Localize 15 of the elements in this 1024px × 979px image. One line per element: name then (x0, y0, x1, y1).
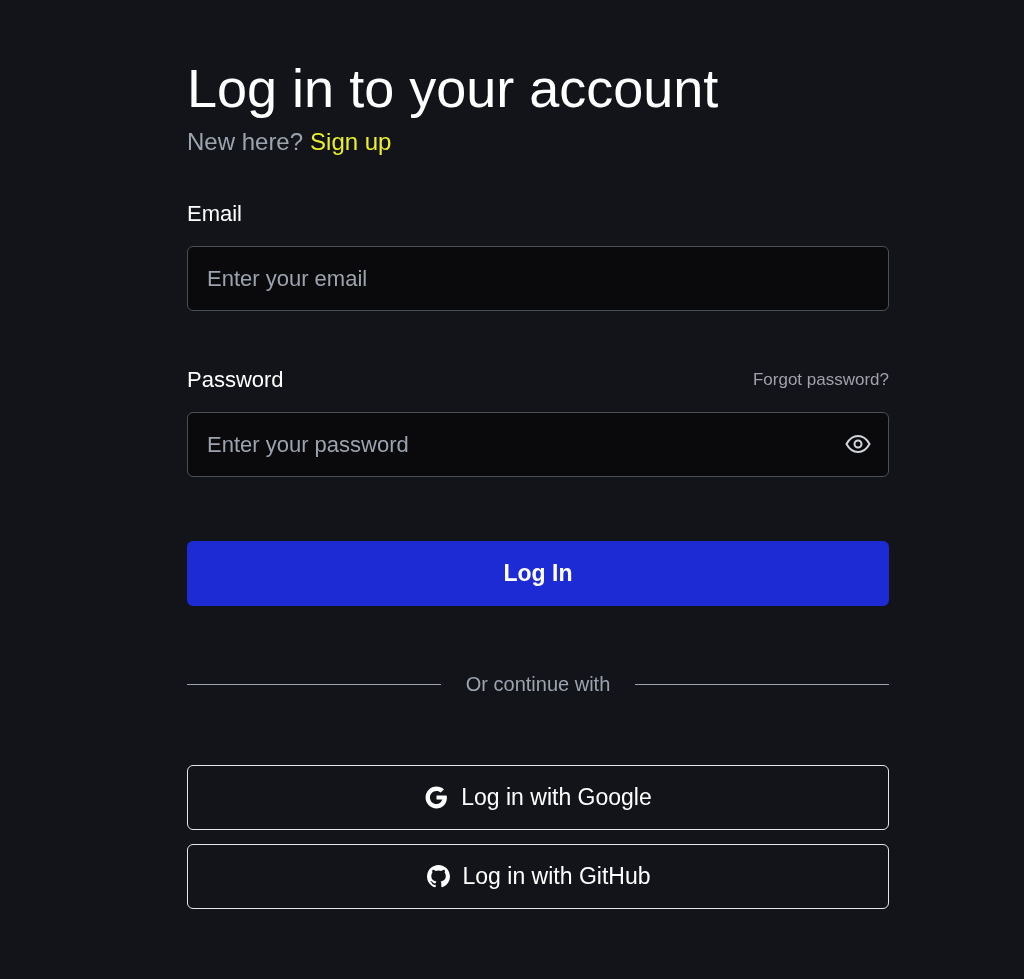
signup-prompt: New here? (187, 127, 304, 157)
forgot-password-link[interactable]: Forgot password? (752, 367, 889, 393)
field-label: Email (187, 200, 242, 228)
page-title: Log in to your account (187, 57, 720, 120)
password-field[interactable]: Enter your password (187, 412, 889, 477)
google-login-button[interactable]: Log in with Google (187, 765, 889, 830)
divider-label: Or continue with (465, 672, 611, 697)
github-icon (425, 864, 451, 889)
login-button[interactable]: Log In (187, 541, 889, 606)
show-password-icon[interactable] (845, 434, 871, 454)
github-login-button[interactable]: Log in with GitHub (187, 844, 889, 909)
field-label: Password (187, 366, 284, 394)
signup-link[interactable]: Sign up (310, 126, 392, 158)
google-icon (424, 785, 450, 810)
email-field[interactable]: Enter your email (187, 246, 889, 311)
